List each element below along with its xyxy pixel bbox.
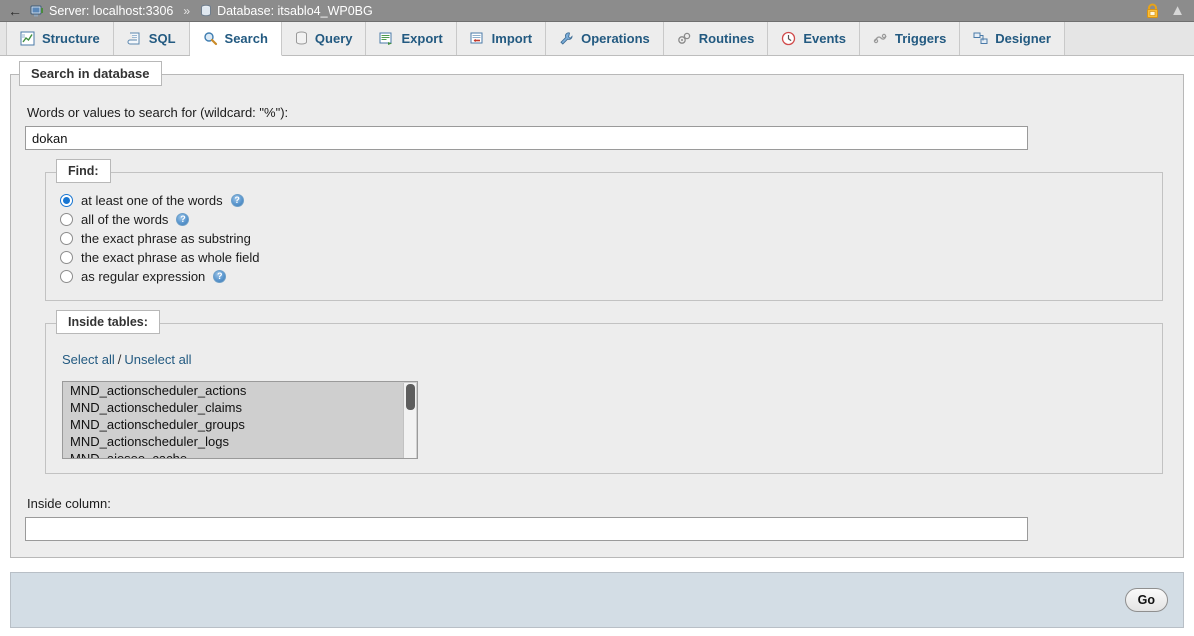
tab-designer-label: Designer: [995, 31, 1051, 46]
select-links: Select all / Unselect all: [62, 352, 1148, 367]
tab-structure-label: Structure: [42, 31, 100, 46]
find-option-at-least-one-label[interactable]: at least one of the words: [81, 193, 223, 208]
select-links-separator: /: [117, 352, 122, 367]
tab-designer[interactable]: Designer: [960, 22, 1065, 55]
lock-icon[interactable]: [1145, 3, 1160, 19]
tab-query[interactable]: Query: [281, 22, 367, 55]
sql-icon: [127, 31, 142, 46]
tab-filler: [1065, 22, 1194, 55]
inside-column-label: Inside column:: [27, 496, 111, 511]
words-to-search-label: Words or values to search for (wildcard:…: [27, 105, 289, 120]
tab-search-label: Search: [224, 31, 268, 46]
tab-operations-label: Operations: [581, 31, 650, 46]
form-footer: Go: [10, 572, 1184, 628]
breadcrumb-bar: ← Server: localhost:3306 » Database: its…: [0, 0, 1194, 22]
export-icon: [379, 31, 394, 46]
import-icon: [470, 31, 485, 46]
main-tabs: Structure SQL Search Query Export Import…: [0, 22, 1194, 56]
find-option-all-words-label[interactable]: all of the words: [81, 212, 168, 227]
tab-events-label: Events: [803, 31, 846, 46]
tables-multiselect[interactable]: MND_actionscheduler_actions MND_actionsc…: [62, 381, 418, 459]
topbar-actions: ▲: [1145, 3, 1194, 19]
unselect-all-link[interactable]: Unselect all: [124, 352, 191, 367]
tab-routines-label: Routines: [698, 31, 755, 46]
tab-sql-label: SQL: [148, 31, 176, 46]
search-words-input[interactable]: [25, 126, 1028, 150]
breadcrumb-separator: »: [183, 3, 191, 18]
find-fieldset: Find: at least one of the words ? all of…: [45, 159, 1163, 301]
search-icon: [203, 31, 218, 46]
find-legend: Find:: [56, 159, 111, 183]
tab-sql[interactable]: SQL: [113, 22, 190, 55]
find-option-whole-field-radio[interactable]: [60, 251, 73, 264]
help-icon[interactable]: ?: [230, 194, 244, 207]
inside-tables-fieldset: Inside tables: Select all / Unselect all M…: [45, 310, 1163, 474]
tables-scrollbar[interactable]: [403, 383, 416, 458]
help-icon[interactable]: ?: [213, 270, 227, 283]
find-option-at-least-one-radio[interactable]: [60, 194, 73, 207]
tab-triggers[interactable]: Triggers: [860, 22, 961, 55]
operations-icon: [559, 31, 574, 46]
table-option[interactable]: MND_actionscheduler_claims: [63, 399, 417, 416]
collapse-up-icon[interactable]: ▲: [1170, 3, 1185, 18]
help-icon[interactable]: ?: [176, 213, 190, 226]
page-content: Search in database Words or values to se…: [0, 56, 1194, 636]
find-option-row: the exact phrase as substring: [60, 229, 1148, 248]
server-icon: [30, 4, 44, 18]
inside-column-input[interactable]: [25, 517, 1028, 541]
inside-tables-legend: Inside tables:: [56, 310, 160, 334]
tab-export[interactable]: Export: [366, 22, 457, 55]
tab-import[interactable]: Import: [456, 22, 547, 55]
go-button[interactable]: Go: [1124, 588, 1168, 612]
find-option-substring-label[interactable]: the exact phrase as substring: [81, 231, 251, 246]
find-option-whole-field-label[interactable]: the exact phrase as whole field: [81, 250, 260, 265]
search-in-database-panel: Search in database Words or values to se…: [10, 61, 1184, 558]
tab-structure[interactable]: Structure: [6, 22, 114, 55]
search-panel-legend: Search in database: [19, 61, 162, 86]
table-option[interactable]: MND_actionscheduler_logs: [63, 433, 417, 450]
database-label[interactable]: Database: itsablo4_WP0BG: [217, 4, 373, 18]
designer-icon: [973, 31, 988, 46]
find-option-all-words-radio[interactable]: [60, 213, 73, 226]
query-icon: [295, 31, 308, 46]
find-option-row: as regular expression ?: [60, 267, 1148, 286]
tab-triggers-label: Triggers: [895, 31, 947, 46]
tab-search[interactable]: Search: [189, 22, 282, 56]
routines-icon: [677, 31, 692, 46]
tab-events[interactable]: Events: [768, 22, 860, 55]
find-option-substring-radio[interactable]: [60, 232, 73, 245]
tab-operations[interactable]: Operations: [546, 22, 664, 55]
triggers-icon: [873, 31, 888, 46]
server-label[interactable]: Server: localhost:3306: [49, 4, 173, 18]
find-option-row: the exact phrase as whole field: [60, 248, 1148, 267]
tab-import-label: Import: [491, 31, 533, 46]
database-icon: [200, 4, 212, 18]
tab-query-label: Query: [314, 31, 353, 46]
table-option[interactable]: MND_actionscheduler_groups: [63, 416, 417, 433]
back-arrow-icon[interactable]: ←: [0, 0, 30, 22]
table-option[interactable]: MND_actionscheduler_actions: [63, 382, 417, 399]
find-option-row: all of the words ?: [60, 210, 1148, 229]
find-option-regex-label[interactable]: as regular expression: [81, 269, 205, 284]
structure-icon: [20, 31, 35, 46]
tab-routines[interactable]: Routines: [663, 22, 769, 55]
find-option-row: at least one of the words ?: [60, 191, 1148, 210]
tab-export-label: Export: [401, 31, 443, 46]
events-icon: [781, 31, 796, 46]
find-option-regex-radio[interactable]: [60, 270, 73, 283]
select-all-link[interactable]: Select all: [62, 352, 115, 367]
tables-scrollbar-thumb[interactable]: [406, 384, 415, 410]
breadcrumb: Server: localhost:3306 » Database: itsab…: [30, 4, 373, 18]
table-option[interactable]: MND_aioseo_cache: [63, 450, 417, 458]
